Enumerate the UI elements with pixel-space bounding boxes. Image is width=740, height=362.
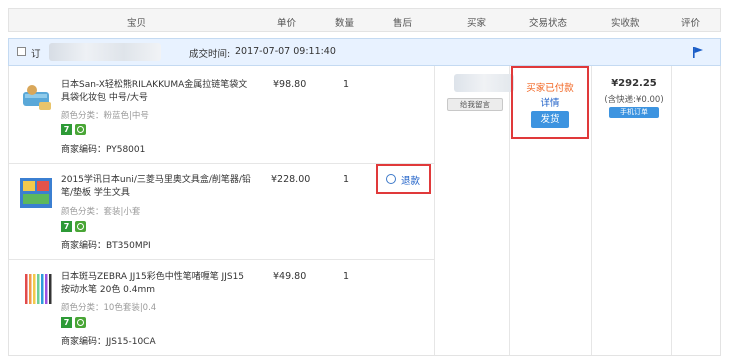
seven-day-return-badge: 7 xyxy=(61,221,72,232)
seven-day-return-badge: 7 xyxy=(61,124,72,135)
column-divider xyxy=(434,66,435,355)
product-title[interactable]: 2015学讯日本uni/三菱马里奥文具盒/削笔器/铅笔/垫板 学生文具 xyxy=(61,174,251,200)
mobile-order-badge: 手机订单 xyxy=(609,107,659,118)
guarantee-icon xyxy=(75,221,86,232)
product-title[interactable]: 日本斑马ZEBRA JJ15彩色中性笔啫喱笔 JJS15按动水笔 20色 0.4… xyxy=(61,271,251,297)
row-divider xyxy=(9,163,434,164)
deal-time-label: 成交时间: xyxy=(189,49,231,60)
header-product: 宝贝 xyxy=(127,18,147,29)
flag-icon[interactable] xyxy=(693,47,703,58)
header-review: 评价 xyxy=(681,18,701,29)
detail-link[interactable]: 详情 xyxy=(513,95,587,109)
header-unit-price: 单价 xyxy=(277,18,297,29)
ship-button[interactable]: 发货 xyxy=(531,111,569,128)
order-checkbox[interactable] xyxy=(17,47,26,56)
seven-day-return-badge: 7 xyxy=(61,317,72,328)
shipping-fee: (含快递:¥0.00) xyxy=(604,95,664,105)
header-quantity: 数量 xyxy=(335,18,355,29)
deal-time-value: 2017-07-07 09:11:40 xyxy=(235,46,336,57)
service-badges: 7 xyxy=(61,221,86,232)
order-header-bar: 订 成交时间: 2017-07-07 09:11:40 xyxy=(8,38,721,66)
merchant-code: 商家编码：PY58001 xyxy=(61,145,146,155)
column-divider xyxy=(509,66,510,355)
blurred-order-number xyxy=(49,43,161,61)
refund-button[interactable]: 退款 xyxy=(376,164,431,194)
column-divider xyxy=(591,66,592,355)
guarantee-icon xyxy=(75,124,86,135)
clock-icon xyxy=(386,174,396,184)
guarantee-icon xyxy=(75,317,86,328)
unit-price: ¥228.00 xyxy=(271,174,311,185)
status-paid-text: 买家已付款 xyxy=(526,83,574,94)
blurred-buyer-name xyxy=(454,74,514,92)
unit-price: ¥49.80 xyxy=(273,271,307,282)
table-header: 宝贝 单价 数量 售后 买家 交易状态 实收款 评价 xyxy=(8,8,721,32)
product-variant: 颜色分类：10色套装|0.4 xyxy=(61,303,157,313)
quantity: 1 xyxy=(343,174,350,185)
service-badges: 7 xyxy=(61,124,86,135)
trade-status-panel: 买家已付款 详情 发货 xyxy=(511,66,589,139)
merchant-code: 商家编码：BT350MPI xyxy=(61,241,151,251)
product-thumbnail[interactable] xyxy=(19,176,53,210)
refund-label: 退款 xyxy=(401,176,421,187)
product-variant: 颜色分类：套装|小套 xyxy=(61,207,141,217)
product-variant: 颜色分类：粉蓝色|中号 xyxy=(61,111,149,121)
product-thumbnail[interactable] xyxy=(21,80,55,114)
header-after-sale: 售后 xyxy=(393,18,413,29)
row-divider xyxy=(9,259,434,260)
header-amount-paid: 实收款 xyxy=(611,18,640,29)
unit-price: ¥98.80 xyxy=(273,79,307,90)
quantity: 1 xyxy=(343,271,350,282)
header-trade-status: 交易状态 xyxy=(529,18,568,29)
header-buyer: 买家 xyxy=(467,18,487,29)
column-divider xyxy=(671,66,672,355)
leave-message-button[interactable]: 给我留言 xyxy=(447,98,503,111)
total-amount: ¥292.25 xyxy=(611,78,657,89)
product-thumbnail[interactable] xyxy=(21,272,55,306)
order-number-label: 订 xyxy=(31,49,41,60)
order-items-table: 日本San-X轻松熊RILAKKUMA金属拉链笔袋文具袋化妆包 中号/大号 颜色… xyxy=(8,66,721,356)
merchant-code: 商家编码：JJS15-10CA xyxy=(61,337,156,347)
product-title[interactable]: 日本San-X轻松熊RILAKKUMA金属拉链笔袋文具袋化妆包 中号/大号 xyxy=(61,79,251,105)
quantity: 1 xyxy=(343,79,350,90)
service-badges: 7 xyxy=(61,317,86,328)
